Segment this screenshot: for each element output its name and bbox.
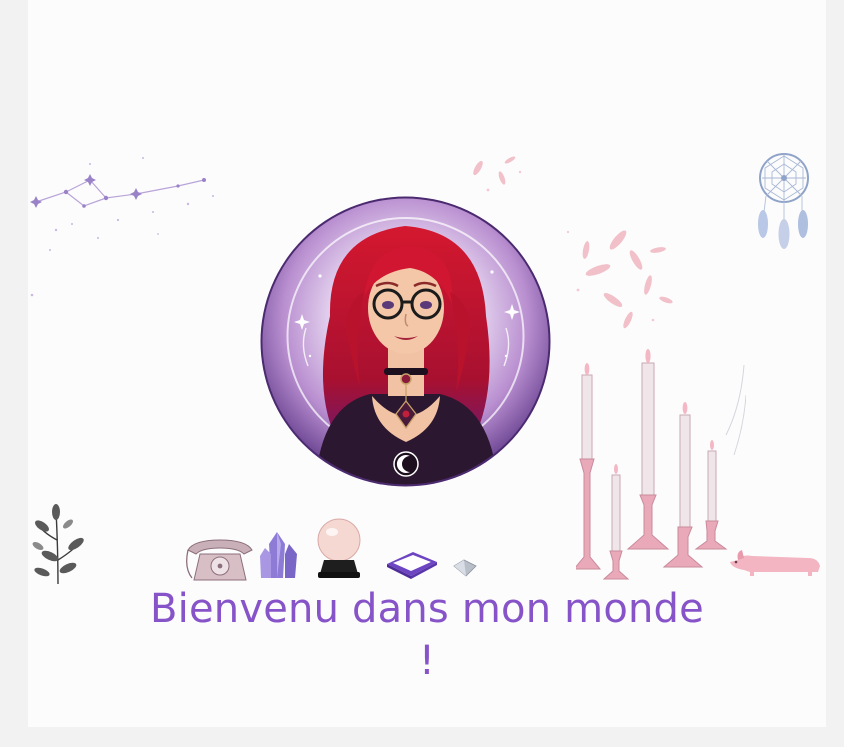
welcome-line-2: ! — [418, 638, 436, 684]
welcome-heading: Bienvenu dans mon monde ! — [28, 583, 826, 687]
crystal-ball-icon — [317, 518, 361, 578]
avatar — [260, 196, 551, 487]
welcome-line-1: Bienvenu dans mon monde — [150, 586, 704, 632]
welcome-card: Bienvenu dans mon monde ! — [28, 0, 826, 727]
plant-icon — [32, 504, 84, 584]
crystal-icon — [260, 532, 297, 578]
telephone-icon — [186, 539, 253, 581]
tarot-box-icon — [387, 552, 437, 579]
gem-icon — [453, 559, 477, 577]
constellation-icon — [30, 157, 214, 297]
dreamcatcher-icon — [758, 153, 809, 249]
candles-icon — [576, 349, 746, 580]
dog-icon — [730, 550, 820, 576]
